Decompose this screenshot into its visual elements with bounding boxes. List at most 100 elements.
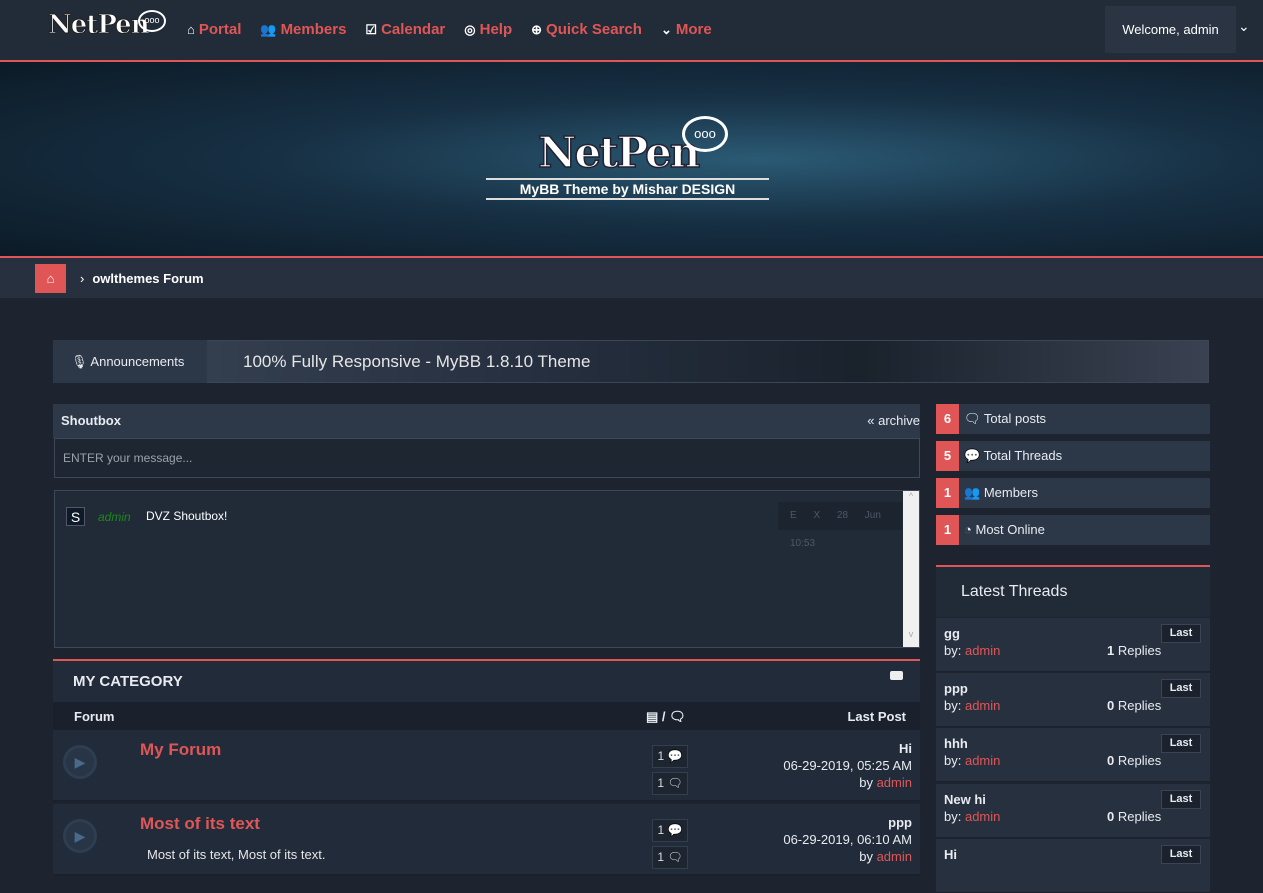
count: 1 xyxy=(657,776,665,790)
thread-title[interactable]: Hi xyxy=(944,847,957,862)
last-post: ppp 06-29-2019, 06:10 AM by admin xyxy=(783,814,912,865)
main-nav: ⌂ Portal 👥 Members ☑ Calendar ◎ Help ⊕ Quick … xyxy=(187,21,712,38)
shout-user[interactable]: admin xyxy=(98,510,131,524)
author-link[interactable]: admin xyxy=(965,643,1000,658)
latest-thread-item: gg Last by: admin 1 Replies xyxy=(936,618,1210,672)
thread-title[interactable]: ppp xyxy=(944,681,968,696)
shoutbox-archive-link[interactable]: « archive xyxy=(867,413,920,428)
post-count: 1 🗨 xyxy=(652,772,688,795)
replies-label: Replies xyxy=(1117,753,1162,769)
last-post-date: 06-29-2019, 05:25 AM xyxy=(783,758,912,773)
stat-text: Most Online xyxy=(975,522,1045,537)
reply-count: 0 xyxy=(1107,698,1115,714)
nav-portal[interactable]: ⌂ Portal xyxy=(187,21,241,38)
thread-author: by: admin xyxy=(944,643,1000,658)
nav-label: Members xyxy=(280,21,347,38)
forum-status-icon: ▶ xyxy=(63,745,97,779)
banner-tagline: MyBB Theme by Mishar DESIGN xyxy=(486,178,769,200)
forum-title[interactable]: My Forum xyxy=(140,740,221,760)
last-post-title[interactable]: ppp xyxy=(783,814,912,831)
by-label: by: xyxy=(944,643,962,658)
stat-value: 1 xyxy=(936,515,959,545)
nav-members[interactable]: 👥 Members xyxy=(260,21,346,38)
thread-title[interactable]: New hi xyxy=(944,792,986,807)
stat-value: 6 xyxy=(936,404,959,434)
latest-thread-item: New hi Last by: admin 0 Replies xyxy=(936,783,1210,838)
user-menu[interactable]: Welcome, admin xyxy=(1105,6,1236,53)
author-link[interactable]: admin xyxy=(965,698,1000,713)
nav-label: More xyxy=(675,21,712,38)
forum-title[interactable]: Most of its text xyxy=(140,814,260,834)
chevron-circle-icon: ⌄ xyxy=(660,21,672,37)
calendar-icon: ☑ xyxy=(365,21,378,37)
nav-more[interactable]: ⌄ More xyxy=(661,21,712,38)
last-post: Hi 06-29-2019, 05:25 AM by admin xyxy=(783,740,912,791)
last-button[interactable]: Last xyxy=(1161,844,1201,864)
users-icon: 👥 xyxy=(964,485,981,500)
last-post-title[interactable]: Hi xyxy=(783,740,912,757)
category-title: MY CATEGORY xyxy=(53,661,920,702)
last-button[interactable]: Last xyxy=(1161,624,1201,643)
stat-value: 1 xyxy=(936,478,959,508)
author-link[interactable]: admin xyxy=(965,753,1000,768)
by-label: by xyxy=(859,775,873,790)
shout-meta: E X 28 Jun 10:53 xyxy=(778,502,902,549)
home-icon[interactable]: ⌂ xyxy=(35,264,66,293)
count: 1 xyxy=(657,850,665,864)
by-label: by: xyxy=(944,698,962,714)
announcement-text[interactable]: 100% Fully Responsive - MyBB 1.8.10 Them… xyxy=(243,352,590,372)
scrollbar[interactable]: ^ v xyxy=(903,491,919,647)
collapse-toggle-icon[interactable] xyxy=(890,671,903,680)
shout-message: DVZ Shoutbox! xyxy=(146,509,228,523)
col-last-post: Last Post xyxy=(847,709,906,724)
breadcrumb-current[interactable]: › owlthemes Forum xyxy=(80,271,204,286)
chevron-down-icon[interactable]: ⌄ xyxy=(1238,18,1250,35)
document-icon: ▤ xyxy=(646,709,659,724)
thread-author: by: admin xyxy=(944,753,1000,768)
avatar: S xyxy=(66,507,85,526)
stat-members: 1 👥 Members xyxy=(936,478,1210,508)
thread-title[interactable]: gg xyxy=(944,626,960,641)
comments-icon: 🗨 xyxy=(669,709,686,724)
thread-replies: 1 Replies xyxy=(1107,643,1161,658)
stat-total-posts: 6 🗨 Total posts xyxy=(936,404,1210,434)
stat-value: 5 xyxy=(936,441,959,471)
thread-author: by: admin xyxy=(944,809,1000,824)
shout-actions[interactable]: E X xyxy=(790,510,820,521)
search-icon: ⊕ xyxy=(531,21,543,37)
author-link[interactable]: admin xyxy=(965,809,1000,824)
nav-quick-search[interactable]: ⊕ Quick Search xyxy=(531,21,642,38)
replies-label: Replies xyxy=(1117,808,1162,824)
col-counts: ▤ / 🗨 xyxy=(646,709,686,725)
forum-status-icon: ▶ xyxy=(63,819,97,853)
dashboard-icon: ◔ xyxy=(964,522,972,537)
last-button[interactable]: Last xyxy=(1161,789,1201,809)
stat-label: 💬 Total Threads xyxy=(964,441,1062,471)
stat-total-threads: 5 💬 Total Threads xyxy=(936,441,1210,471)
lifebuoy-icon: ◎ xyxy=(464,21,476,37)
last-button[interactable]: Last xyxy=(1161,679,1201,699)
thread-replies: 0 Replies xyxy=(1107,809,1161,824)
stat-label: ◔ Most Online xyxy=(964,515,1045,545)
breadcrumb-label: owlthemes Forum xyxy=(92,271,204,286)
col-sep: / xyxy=(661,709,666,724)
nav-calendar[interactable]: ☑ Calendar xyxy=(365,21,445,38)
last-button[interactable]: Last xyxy=(1161,734,1201,754)
users-icon: 👥 xyxy=(260,21,277,37)
col-forum: Forum xyxy=(74,709,115,724)
stat-label: 🗨 Total posts xyxy=(964,404,1046,434)
last-post-user[interactable]: admin xyxy=(877,775,912,790)
latest-thread-item: hhh Last by: admin 0 Replies xyxy=(936,728,1210,783)
nav-help[interactable]: ◎ Help xyxy=(464,21,512,38)
latest-threads-title: Latest Threads xyxy=(936,567,1210,617)
thread-title[interactable]: hhh xyxy=(944,736,968,751)
forum-row: ▶ Most of its text Most of its text, Mos… xyxy=(53,804,920,876)
announcement-bar xyxy=(53,340,1209,383)
announcement-label: 🎙 Announcements xyxy=(53,340,207,383)
last-post-user[interactable]: admin xyxy=(877,849,912,864)
site-logo[interactable]: NetPen xyxy=(48,10,151,41)
shout-input[interactable]: ENTER your message... xyxy=(54,438,920,478)
by-label: by xyxy=(859,849,873,864)
thread-count: 1 💬 xyxy=(652,819,688,842)
announcement-label-text: Announcements xyxy=(90,354,185,369)
